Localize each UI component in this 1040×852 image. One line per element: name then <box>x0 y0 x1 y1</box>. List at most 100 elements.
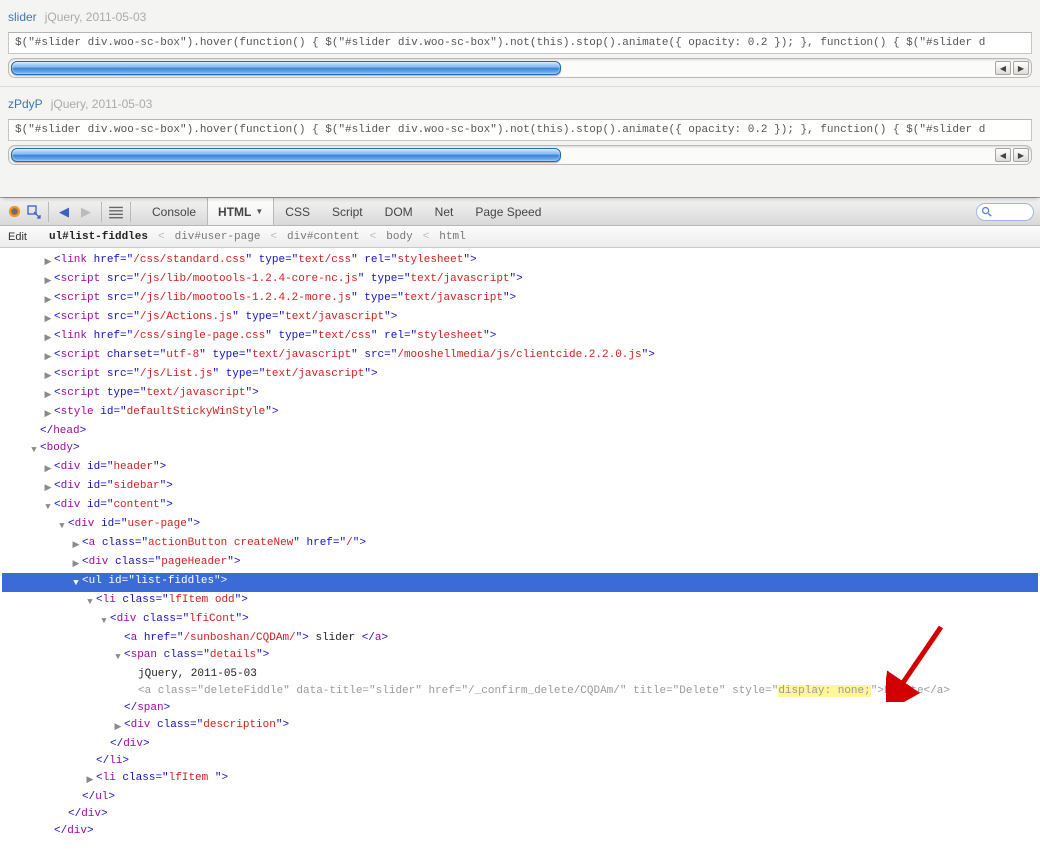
dom-node[interactable]: ▼<div id="user-page"> <box>2 516 1038 535</box>
twisty-icon[interactable]: ▼ <box>112 649 124 666</box>
dom-node[interactable]: ▼<span class="details"> <box>2 647 1038 666</box>
tab-css[interactable]: CSS <box>274 198 321 225</box>
horizontal-scrollbar[interactable]: ◀▶ <box>8 58 1032 78</box>
twisty-icon[interactable]: ▶ <box>42 349 54 366</box>
tab-script[interactable]: Script <box>321 198 374 225</box>
dom-node[interactable]: ▶<script charset="utf-8" type="text/java… <box>2 347 1038 366</box>
twisty-icon[interactable]: ▶ <box>42 406 54 423</box>
dom-node[interactable]: ▼<div id="content"> <box>2 497 1038 516</box>
twisty-icon[interactable]: ▶ <box>112 719 124 736</box>
dom-node[interactable]: ▶<script src="/js/lib/mootools-1.2.4-cor… <box>2 271 1038 290</box>
twisty-icon[interactable]: ▼ <box>70 575 82 592</box>
breadcrumb-node[interactable]: html <box>439 231 465 243</box>
tab-html[interactable]: HTML▼ <box>207 198 274 225</box>
breadcrumb: ul#list-fiddles<div#user-page<div#conten… <box>49 231 466 243</box>
fiddle-code: $("#slider div.woo-sc-box").hover(functi… <box>8 32 1032 54</box>
twisty-icon[interactable]: ▼ <box>98 613 110 630</box>
firebug-toolbar: ◀ ▶ Console HTML▼ CSS Script DOM Net Pag… <box>0 198 1040 226</box>
separator <box>101 202 102 222</box>
twisty-icon[interactable]: ▶ <box>70 556 82 573</box>
breadcrumb-node[interactable]: div#content <box>287 231 360 243</box>
firebug-tabs: Console HTML▼ CSS Script DOM Net Page Sp… <box>141 198 552 225</box>
twisty-icon[interactable]: ▶ <box>42 461 54 478</box>
forward-button[interactable]: ▶ <box>77 203 95 221</box>
lines-icon[interactable] <box>108 204 124 220</box>
fiddle-code: $("#slider div.woo-sc-box").hover(functi… <box>8 119 1032 141</box>
dom-node[interactable]: </div> <box>2 736 1038 753</box>
firebug-subbar: Edit ul#list-fiddles<div#user-page<div#c… <box>0 226 1040 248</box>
tab-dom[interactable]: DOM <box>374 198 424 225</box>
fiddle-item: slider jQuery, 2011-05-03 $("#slider div.w… <box>0 0 1040 87</box>
back-button[interactable]: ◀ <box>55 203 73 221</box>
horizontal-scrollbar[interactable]: ◀▶ <box>8 145 1032 165</box>
dom-node[interactable]: jQuery, 2011-05-03 <box>2 666 1038 683</box>
dom-node[interactable]: ▼<div class="lfiCont"> <box>2 611 1038 630</box>
dom-node[interactable]: ▶<div class="description"> <box>2 717 1038 736</box>
dom-node[interactable]: ▶<script src="/js/lib/mootools-1.2.4.2-m… <box>2 290 1038 309</box>
dom-node[interactable]: ▶<li class="lfItem "> <box>2 770 1038 789</box>
fiddle-meta: jQuery, 2011-05-03 <box>45 10 147 24</box>
twisty-icon[interactable]: ▶ <box>42 292 54 309</box>
scrollbar-thumb[interactable] <box>11 61 561 75</box>
dom-node[interactable]: ▼<ul id="list-fiddles"> <box>2 573 1038 592</box>
scrollbar-thumb[interactable] <box>11 148 561 162</box>
tab-console[interactable]: Console <box>141 198 207 225</box>
dom-node[interactable]: ▶<script src="/js/List.js" type="text/ja… <box>2 366 1038 385</box>
search-icon <box>981 206 992 217</box>
dom-node[interactable]: ▶<a class="actionButton createNew" href=… <box>2 535 1038 554</box>
twisty-icon[interactable]: ▶ <box>42 368 54 385</box>
twisty-icon[interactable]: ▶ <box>42 480 54 497</box>
dom-tree: ▶<link href="/css/standard.css" type="te… <box>0 248 1040 850</box>
scroll-right-icon[interactable]: ▶ <box>1013 61 1029 75</box>
edit-button[interactable]: Edit <box>8 231 39 243</box>
dom-node[interactable]: </span> <box>2 700 1038 717</box>
twisty-icon[interactable]: ▶ <box>42 311 54 328</box>
twisty-icon[interactable]: ▶ <box>42 273 54 290</box>
separator <box>48 202 49 222</box>
firebug-icon[interactable] <box>6 204 22 220</box>
twisty-icon[interactable]: ▼ <box>56 518 68 535</box>
dom-node[interactable]: </head> <box>2 423 1038 440</box>
dom-node[interactable]: ▶<div id="header"> <box>2 459 1038 478</box>
fiddle-name[interactable]: zPdyP <box>8 97 43 111</box>
caret-down-icon: ▼ <box>255 207 263 216</box>
breadcrumb-node[interactable]: ul#list-fiddles <box>49 231 148 243</box>
inspect-icon[interactable] <box>26 204 42 220</box>
fiddle-item: zPdyP jQuery, 2011-05-03 $("#slider div.wo… <box>0 87 1040 173</box>
page-content: slider jQuery, 2011-05-03 $("#slider div.w… <box>0 0 1040 197</box>
scroll-left-icon[interactable]: ◀ <box>995 61 1011 75</box>
fiddle-name[interactable]: slider <box>8 10 37 24</box>
twisty-icon[interactable]: ▶ <box>42 387 54 404</box>
twisty-icon[interactable]: ▶ <box>84 772 96 789</box>
dom-node[interactable]: </li> <box>2 753 1038 770</box>
breadcrumb-node[interactable]: div#user-page <box>175 231 261 243</box>
twisty-icon[interactable]: ▼ <box>28 442 40 459</box>
fiddle-meta: jQuery, 2011-05-03 <box>51 97 153 111</box>
dom-node[interactable]: ▼<li class="lfItem odd"> <box>2 592 1038 611</box>
twisty-icon[interactable]: ▶ <box>70 537 82 554</box>
firebug-panel: ◀ ▶ Console HTML▼ CSS Script DOM Net Pag… <box>0 197 1040 850</box>
dom-node[interactable]: <a class="deleteFiddle" data-title="slid… <box>2 683 1038 700</box>
dom-node[interactable]: ▶<link href="/css/standard.css" type="te… <box>2 252 1038 271</box>
dom-node[interactable]: <a href="/sunboshan/CQDAm/"> slider </a> <box>2 630 1038 647</box>
tab-pagespeed[interactable]: Page Speed <box>464 198 552 225</box>
dom-node[interactable]: ▶<script type="text/javascript"> <box>2 385 1038 404</box>
firebug-search[interactable] <box>976 203 1034 221</box>
twisty-icon[interactable]: ▼ <box>84 594 96 611</box>
dom-node[interactable]: ▶<script src="/js/Actions.js" type="text… <box>2 309 1038 328</box>
dom-node[interactable]: ▶<div id="sidebar"> <box>2 478 1038 497</box>
tab-net[interactable]: Net <box>424 198 465 225</box>
scroll-left-icon[interactable]: ◀ <box>995 148 1011 162</box>
twisty-icon[interactable]: ▶ <box>42 330 54 347</box>
dom-node[interactable]: ▶<link href="/css/single-page.css" type=… <box>2 328 1038 347</box>
scroll-right-icon[interactable]: ▶ <box>1013 148 1029 162</box>
twisty-icon[interactable]: ▼ <box>42 499 54 516</box>
dom-node[interactable]: </div> <box>2 823 1038 840</box>
twisty-icon[interactable]: ▶ <box>42 254 54 271</box>
dom-node[interactable]: ▼<body> <box>2 440 1038 459</box>
dom-node[interactable]: </div> <box>2 806 1038 823</box>
breadcrumb-node[interactable]: body <box>386 231 412 243</box>
dom-node[interactable]: ▶<style id="defaultStickyWinStyle"> <box>2 404 1038 423</box>
separator <box>130 202 131 222</box>
dom-node[interactable]: ▶<div class="pageHeader"> <box>2 554 1038 573</box>
